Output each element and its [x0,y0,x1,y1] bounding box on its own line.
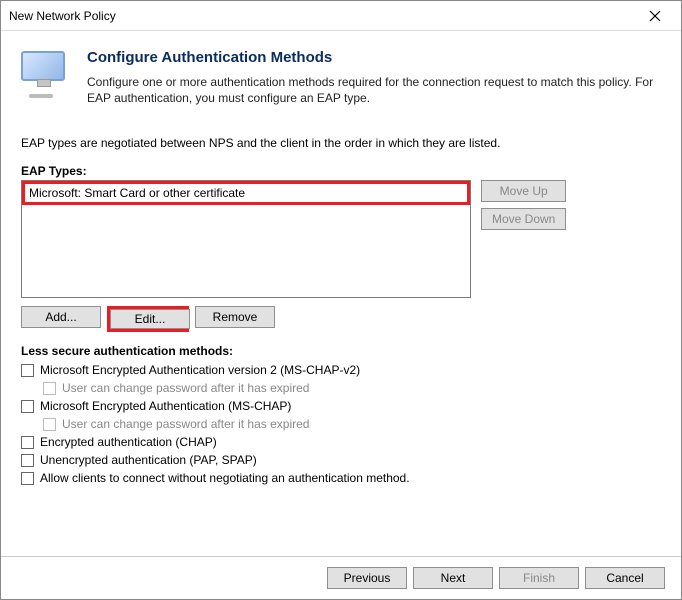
checkbox-label: Microsoft Encrypted Authentication versi… [40,363,360,377]
checkbox-icon [43,418,56,431]
checkbox-label: Unencrypted authentication (PAP, SPAP) [40,453,257,467]
checkbox-icon[interactable] [21,472,34,485]
page-header: Configure Authentication Methods Configu… [21,41,661,122]
checkbox-label: User can change password after it has ex… [62,417,309,431]
close-button[interactable] [635,2,675,30]
eap-type-item[interactable]: Microsoft: Smart Card or other certifica… [22,181,470,205]
eap-types-listbox[interactable]: Microsoft: Smart Card or other certifica… [21,180,471,298]
checkbox-label: Encrypted authentication (CHAP) [40,435,217,449]
checkbox-icon[interactable] [21,400,34,413]
previous-button[interactable]: Previous [327,567,407,589]
eap-action-buttons: Add... Edit... Remove [21,306,661,332]
move-up-button[interactable]: Move Up [481,180,566,202]
checkbox-icon[interactable] [21,364,34,377]
checkbox-icon[interactable] [21,436,34,449]
titlebar: New Network Policy [1,1,681,31]
less-secure-section: Less secure authentication methods: Micr… [21,344,661,487]
checkbox-pap[interactable]: Unencrypted authentication (PAP, SPAP) [21,451,661,469]
checkbox-label: Microsoft Encrypted Authentication (MS-C… [40,399,291,413]
checkbox-label: Allow clients to connect without negotia… [40,471,410,485]
remove-button[interactable]: Remove [195,306,275,328]
reorder-buttons: Move Up Move Down [481,180,566,230]
checkbox-mschap2-sub: User can change password after it has ex… [43,379,661,397]
finish-button[interactable]: Finish [499,567,579,589]
checkbox-mschap2[interactable]: Microsoft Encrypted Authentication versi… [21,361,661,379]
window-title: New Network Policy [9,9,116,23]
page-heading: Configure Authentication Methods [87,49,661,66]
eap-types-label: EAP Types: [21,164,661,178]
move-down-button[interactable]: Move Down [481,208,566,230]
content-area: Configure Authentication Methods Configu… [1,31,681,556]
eap-row: Microsoft: Smart Card or other certifica… [21,180,661,298]
checkbox-mschap-sub: User can change password after it has ex… [43,415,661,433]
header-text: Configure Authentication Methods Configu… [87,49,661,106]
checkbox-no-auth[interactable]: Allow clients to connect without negotia… [21,469,661,487]
less-secure-label: Less secure authentication methods: [21,344,661,358]
wizard-footer: Previous Next Finish Cancel [1,556,681,599]
cancel-button[interactable]: Cancel [585,567,665,589]
checkbox-mschap[interactable]: Microsoft Encrypted Authentication (MS-C… [21,397,661,415]
add-button[interactable]: Add... [21,306,101,328]
page-description: Configure one or more authentication met… [87,74,661,106]
checkbox-chap[interactable]: Encrypted authentication (CHAP) [21,433,661,451]
edit-button-highlight: Edit... [107,306,189,332]
checkbox-icon[interactable] [21,454,34,467]
instruction-text: EAP types are negotiated between NPS and… [21,136,661,150]
checkbox-icon [43,382,56,395]
checkbox-label: User can change password after it has ex… [62,381,309,395]
monitor-icon [21,51,71,96]
dialog-window: New Network Policy Configure Authenticat… [0,0,682,600]
next-button[interactable]: Next [413,567,493,589]
edit-button[interactable]: Edit... [110,309,190,329]
